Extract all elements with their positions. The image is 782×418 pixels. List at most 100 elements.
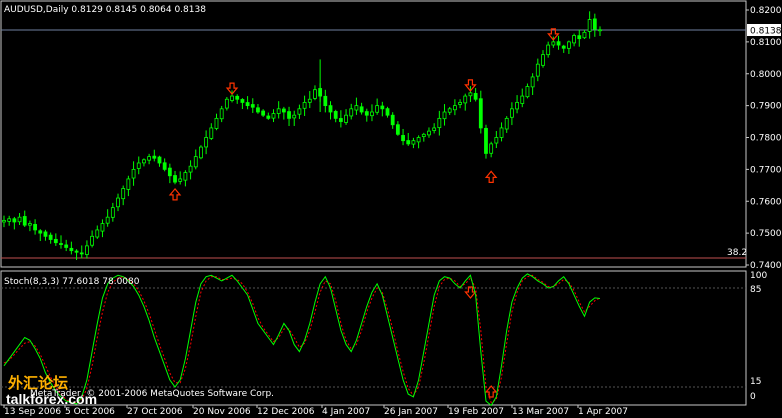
candle-body (230, 95, 234, 101)
candle-body (17, 216, 22, 223)
candle-body (302, 102, 307, 109)
stoch-tick-label: 85 (750, 285, 761, 295)
candle-body (147, 156, 152, 161)
candle-body (504, 117, 509, 130)
candle-body (489, 143, 494, 154)
time-tick-label: 13 Mar 2007 (512, 407, 569, 417)
candle-body (577, 35, 582, 40)
candle-body (333, 111, 338, 119)
candle-body (370, 111, 374, 117)
candle-body (271, 113, 276, 119)
candle-body (53, 238, 58, 244)
candle-body (64, 244, 69, 248)
candle-body (582, 31, 587, 39)
candle-body (2, 219, 6, 223)
candle-body (380, 105, 385, 110)
price-tick-label: 0.8100 (750, 38, 782, 48)
mt4-chart-window[interactable]: 0.8200 0.8100 0.8000 0.7900 0.7800 0.7700 0.76… (0, 0, 782, 418)
candle-body (85, 245, 89, 255)
candle-body (79, 252, 84, 255)
candle-body (395, 124, 400, 135)
candle-body (281, 108, 286, 113)
time-tick-label: 5 Oct 2006 (65, 407, 115, 417)
candle-body (551, 41, 556, 46)
candle-body (401, 135, 405, 142)
candle-body (173, 175, 177, 183)
candle-body (95, 229, 100, 238)
candle-body (121, 188, 126, 200)
stoch-header: Stoch(8,3,3) 77.6018 78.0080 (4, 277, 140, 287)
candle-body (406, 140, 411, 145)
candle-body (250, 104, 255, 108)
candle-body (520, 95, 525, 104)
candle-body (266, 115, 271, 119)
candle-body (33, 224, 37, 231)
chart-background (0, 0, 782, 418)
candle-body (142, 159, 146, 164)
candle-body (561, 45, 566, 49)
candle-body (162, 162, 167, 170)
candle-body (204, 137, 209, 148)
candle-body (375, 105, 380, 113)
fib-level-tag: 38.2 (727, 248, 747, 258)
candle-body (126, 178, 131, 190)
candle-body (567, 41, 571, 49)
candle-body (193, 156, 198, 168)
candle-body (152, 155, 157, 159)
price-tick-label: 0.8200 (750, 6, 782, 16)
candle-body (131, 168, 136, 179)
time-tick-label: 27 Oct 2006 (127, 407, 183, 417)
candle-body (276, 108, 281, 114)
candle-body (105, 216, 110, 224)
stoch-tick-label: 0 (750, 392, 756, 402)
candle-body (43, 231, 48, 237)
price-tick-label: 0.7800 (750, 134, 782, 144)
candle-body (12, 218, 17, 223)
candle-body (256, 107, 260, 113)
candle-body (7, 218, 12, 222)
time-tick-label: 26 Jan 2007 (384, 407, 438, 417)
candle-body (349, 108, 354, 117)
current-price-tag: 0.8138 (750, 27, 782, 37)
time-tick-label: 19 Feb 2007 (448, 407, 504, 417)
candle-body (100, 223, 105, 232)
price-tick-label: 0.7400 (750, 261, 782, 271)
candle-body (245, 102, 250, 107)
price-tick-label: 0.7600 (750, 197, 782, 207)
price-tick-label: 0.7900 (750, 102, 782, 112)
candle-body (307, 98, 312, 103)
candle-body (499, 127, 504, 138)
candle-body (447, 108, 452, 113)
time-tick-label: 12 Dec 2006 (257, 407, 315, 417)
candle-body (188, 165, 193, 173)
candle-body (219, 108, 224, 120)
candle-body (22, 216, 27, 226)
candle-body (209, 127, 214, 139)
candle-body (292, 114, 297, 119)
candle-body (587, 19, 592, 32)
candle-body (546, 44, 551, 56)
candle-body (235, 95, 240, 100)
price-tick-label: 0.7700 (750, 165, 782, 175)
candle-body (240, 99, 245, 103)
watermark-cn: 外汇论坛 (7, 374, 68, 392)
candle-body (473, 93, 478, 100)
time-tick-label: 1 Apr 2007 (578, 407, 628, 417)
candle-body (74, 250, 79, 253)
candle-body (110, 207, 115, 218)
candle-body (592, 18, 597, 30)
candle-body (38, 230, 43, 234)
candle-body (214, 117, 219, 129)
candle-body (535, 63, 540, 77)
candle-body (515, 102, 519, 110)
candle-body (136, 162, 141, 169)
candle-body (59, 243, 63, 245)
candle-body (452, 105, 457, 111)
candle-body (199, 146, 203, 159)
candle-body (90, 235, 95, 246)
candle-body (484, 127, 488, 154)
candle-body (494, 137, 499, 144)
time-tick-label: 4 Jan 2007 (322, 407, 370, 417)
candle-body (167, 167, 172, 177)
candle-body (572, 35, 576, 44)
